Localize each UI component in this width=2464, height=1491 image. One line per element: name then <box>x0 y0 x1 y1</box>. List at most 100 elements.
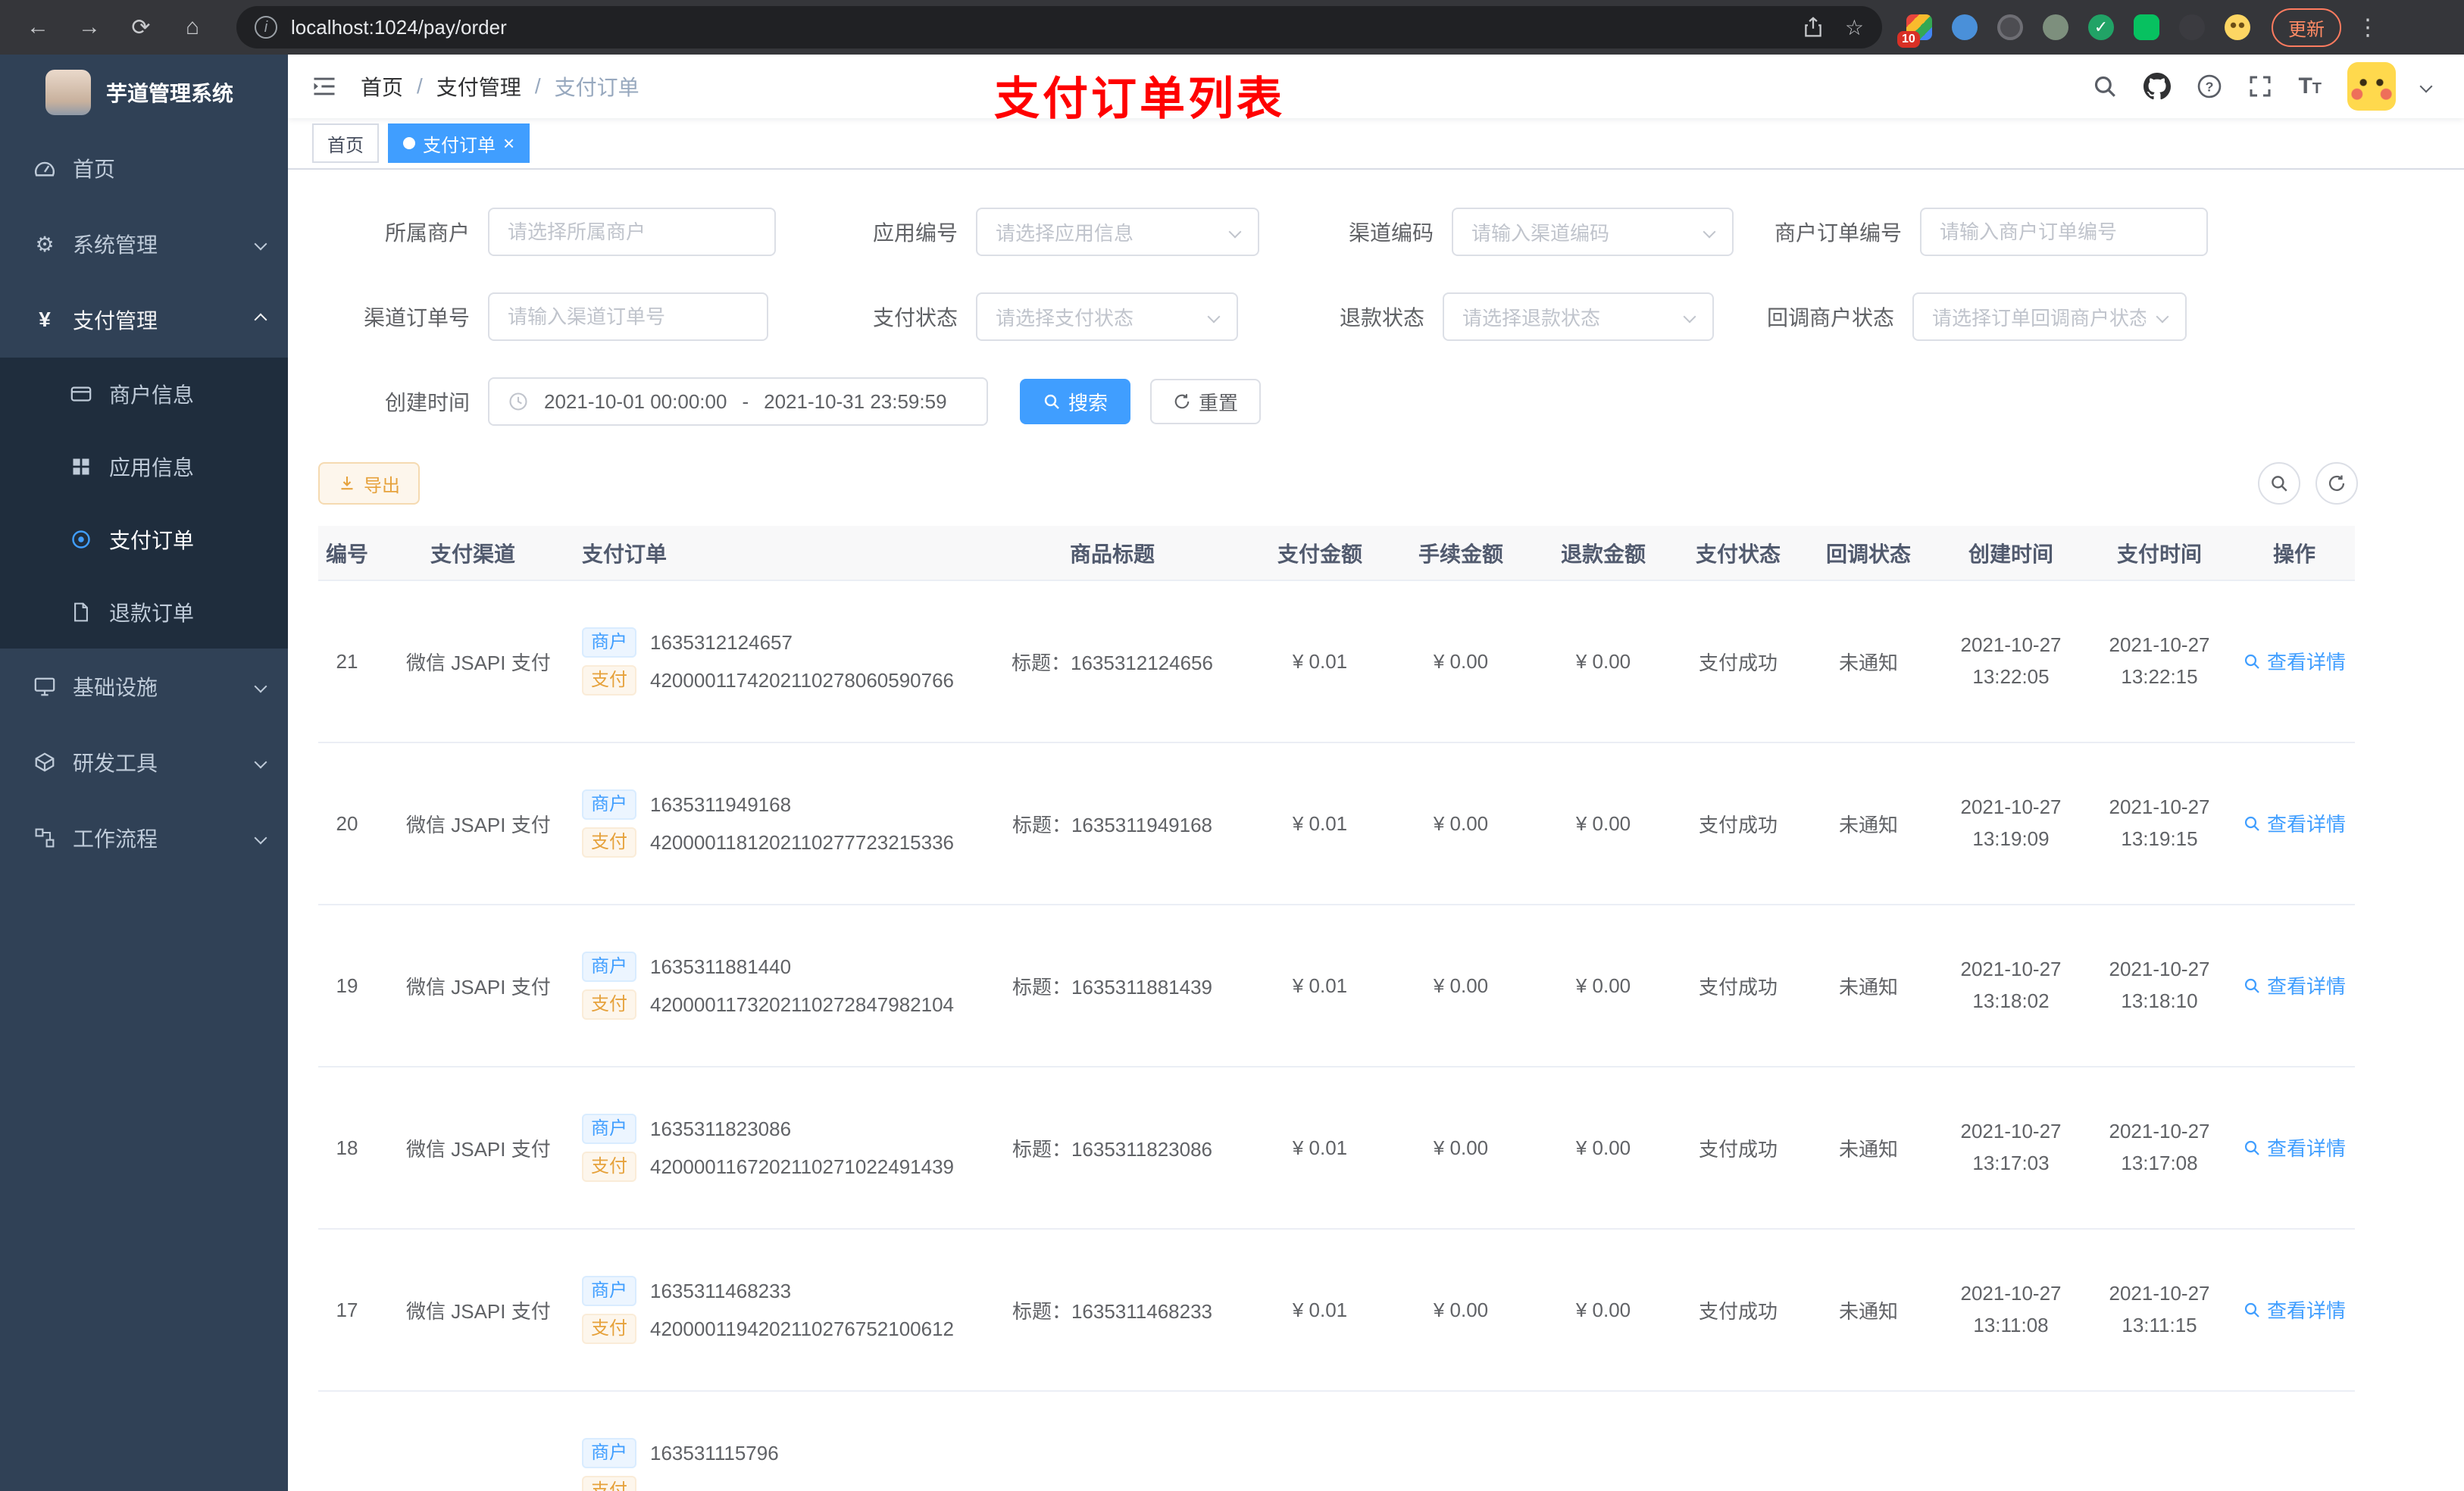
cell-action: 查看详情 <box>2234 580 2355 743</box>
app-logo[interactable]: 芋道管理系统 <box>0 55 288 130</box>
table-tools <box>2258 462 2358 505</box>
sidebar-item-workflow[interactable]: 工作流程 <box>0 800 288 876</box>
pay-tag: 支付 <box>582 989 636 1020</box>
document-icon <box>68 599 94 625</box>
ext-colorful-icon[interactable]: 10 <box>1897 14 1932 48</box>
cell-pay-time <box>2085 1391 2234 1491</box>
sidebar-item-home[interactable]: 首页 <box>0 130 288 206</box>
cell-create-time: 2021-10-27 13:17:03 <box>1937 1067 2085 1230</box>
ext-circle-icon[interactable] <box>2043 14 2068 40</box>
merchant-order-no-input[interactable] <box>1920 208 2208 256</box>
refund-status-select[interactable]: 请选择退款状态 <box>1443 292 1714 341</box>
cell-create-time: 2021-10-27 13:22:05 <box>1937 580 2085 743</box>
cell-action: 查看详情 <box>2234 905 2355 1067</box>
field-label: 回调商户状态 <box>1766 306 1894 330</box>
search-button[interactable]: 搜索 <box>1020 379 1131 424</box>
breadcrumb-current: 支付订单 <box>554 76 639 99</box>
ext-chat-icon[interactable] <box>2134 14 2159 40</box>
breadcrumb-home[interactable]: 首页 <box>361 71 403 102</box>
help-icon[interactable]: ? <box>2197 73 2222 99</box>
merchant-no: 1635311881440 <box>650 955 792 978</box>
sidebar-item-payment[interactable]: ¥ 支付管理 <box>0 282 288 358</box>
pay-no: 4200001167202110271022491439 <box>650 1155 955 1178</box>
sidebar-item-dev-tools[interactable]: 研发工具 <box>0 724 288 800</box>
ext-drop-icon[interactable] <box>1952 14 1978 40</box>
font-size-icon[interactable]: TT <box>2298 73 2322 99</box>
site-info-icon[interactable]: i <box>255 16 277 39</box>
payment-submenu: 商户信息 应用信息 支付订单 退款订单 <box>0 358 288 649</box>
view-detail-link[interactable]: 查看详情 <box>2243 1296 2346 1324</box>
home-icon[interactable]: ⌂ <box>173 8 212 47</box>
pay-status-select[interactable]: 请选择支付状态 <box>976 292 1238 341</box>
sidebar-item-merchant-info[interactable]: 商户信息 <box>0 358 288 430</box>
date-range-picker[interactable]: 2021-10-01 00:00:00 - 2021-10-31 23:59:5… <box>488 377 988 426</box>
ext-globe-icon[interactable] <box>1997 14 2023 40</box>
cell-pay-order: 商户 1635312124657 支付 4200001174202110278060… <box>539 580 976 743</box>
app-select[interactable]: 请选择应用信息 <box>976 208 1259 256</box>
callback-status-select[interactable]: 请选择订单回调商户状态 <box>1912 292 2187 341</box>
breadcrumb-section[interactable]: 支付管理 <box>436 71 521 102</box>
channel-order-no-input[interactable] <box>488 292 768 341</box>
ext-pin-icon[interactable] <box>2179 14 2205 40</box>
tab-label: 首页 <box>327 135 364 156</box>
merchant-input[interactable] <box>488 208 776 256</box>
view-detail-link[interactable]: 查看详情 <box>2243 971 2346 999</box>
view-detail-link[interactable]: 查看详情 <box>2243 1133 2346 1161</box>
update-button[interactable]: 更新 <box>2272 8 2341 47</box>
toggle-search-icon[interactable] <box>2258 462 2300 505</box>
cell-amount: ¥ 0.01 <box>1249 580 1391 743</box>
avatar[interactable] <box>2347 62 2396 111</box>
col-pay-order: 支付订单 <box>539 526 976 581</box>
address-bar[interactable]: i localhost:1024 /pay/order ☆ <box>236 6 1882 48</box>
tab-pay-order[interactable]: 支付订单 × <box>388 123 530 163</box>
cell-pay-status: 支付成功 <box>1676 1229 1800 1392</box>
sidebar-item-pay-order[interactable]: 支付订单 <box>0 503 288 576</box>
github-icon[interactable] <box>2143 73 2172 100</box>
reset-button[interactable]: 重置 <box>1150 379 1262 424</box>
avatar-caret-icon[interactable] <box>2419 80 2433 93</box>
col-fee: 手续金额 <box>1391 526 1531 581</box>
cell-id <box>318 1391 406 1491</box>
ext-check-icon[interactable]: ✓ <box>2088 14 2114 40</box>
search-icon[interactable] <box>2092 73 2118 99</box>
merchant-no: 1635312124657 <box>650 630 793 654</box>
active-dot <box>403 137 415 149</box>
reload-icon[interactable]: ⟳ <box>121 8 161 47</box>
sidebar-fold-icon[interactable] <box>311 73 338 100</box>
channel-code-select[interactable]: 请输入渠道编码 <box>1452 208 1734 256</box>
close-icon[interactable]: × <box>503 133 514 153</box>
app-title: 芋道管理系统 <box>106 82 234 105</box>
pay-tag: 支付 <box>582 1314 636 1344</box>
merchant-tag: 商户 <box>582 1276 636 1306</box>
sidebar-item-system[interactable]: ⚙ 系统管理 <box>0 206 288 282</box>
ext-emoji-icon[interactable] <box>2225 14 2250 40</box>
sidebar-item-label: 商户信息 <box>109 383 195 407</box>
view-detail-link[interactable]: 查看详情 <box>2243 809 2346 837</box>
tab-home[interactable]: 首页 <box>312 123 379 163</box>
extensions-area: 10 ✓ <box>1897 14 2250 48</box>
col-id: 编号 <box>318 526 406 581</box>
refresh-table-icon[interactable] <box>2315 462 2358 505</box>
sidebar-item-app-info[interactable]: 应用信息 <box>0 430 288 503</box>
cell-id: 20 <box>318 742 406 905</box>
bookmark-star-icon[interactable]: ☆ <box>1845 15 1864 40</box>
browser-menu-icon[interactable]: ⋮ <box>2356 14 2379 41</box>
export-button[interactable]: 导出 <box>318 462 420 505</box>
sidebar-item-infra[interactable]: 基础设施 <box>0 649 288 724</box>
cell-channel: 微信 JSAPI 支付 <box>406 580 551 743</box>
cell-pay-time: 2021-10-27 13:17:08 <box>2085 1067 2234 1230</box>
sidebar: 芋道管理系统 首页 ⚙ 系统管理 ¥ 支付管理 商户信息 应用信息 支付订单 退… <box>0 55 288 1491</box>
forward-icon[interactable]: → <box>70 8 109 47</box>
list-toolbar: 导出 <box>318 462 2434 505</box>
fullscreen-icon[interactable] <box>2248 74 2272 98</box>
sidebar-item-refund-order[interactable]: 退款订单 <box>0 576 288 649</box>
back-icon[interactable]: ← <box>18 8 58 47</box>
gear-icon: ⚙ <box>35 232 55 256</box>
merchant-tag: 商户 <box>582 1438 636 1468</box>
share-icon[interactable] <box>1803 17 1824 38</box>
url-path: /pay/order <box>417 15 507 39</box>
app-logo-avatar <box>45 70 91 115</box>
cell-pay-status: 支付成功 <box>1676 905 1800 1067</box>
view-detail-link[interactable]: 查看详情 <box>2243 647 2346 675</box>
table-row: 19 微信 JSAPI 支付 商户 1635311881440 支付 4200001… <box>318 905 2355 1067</box>
